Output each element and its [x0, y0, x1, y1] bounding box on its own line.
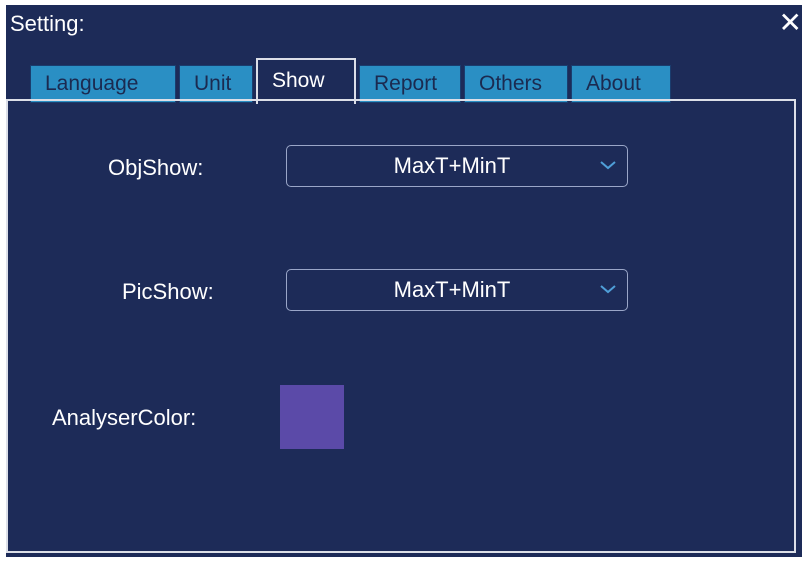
tab-bar: Language Unit Show Report Others About: [30, 57, 674, 104]
obj-show-select[interactable]: MaxT+MinT: [286, 145, 628, 187]
pic-show-label: PicShow:: [122, 279, 214, 304]
chevron-down-icon: [599, 282, 617, 300]
pic-show-value: MaxT+MinT: [393, 277, 511, 302]
analyser-color-label: AnalyserColor:: [52, 405, 197, 430]
tab-show[interactable]: Show: [256, 58, 356, 104]
tab-report[interactable]: Report: [359, 65, 461, 103]
analyser-color-swatch[interactable]: [280, 385, 344, 449]
obj-show-value: MaxT+MinT: [393, 153, 511, 178]
obj-show-label: ObjShow:: [108, 155, 204, 180]
settings-window: Setting: ✕ Language Unit Show Report Oth…: [6, 5, 802, 557]
window-title: Setting:: [10, 11, 85, 36]
close-icon[interactable]: ✕: [779, 9, 802, 37]
chevron-down-icon: [599, 158, 617, 176]
tab-about[interactable]: About: [571, 65, 671, 103]
show-panel: ObjShow: MaxT+MinT PicShow: MaxT+MinT An…: [6, 99, 796, 553]
tab-language[interactable]: Language: [30, 65, 176, 103]
tab-unit[interactable]: Unit: [179, 65, 253, 103]
pic-show-select[interactable]: MaxT+MinT: [286, 269, 628, 311]
tab-others[interactable]: Others: [464, 65, 568, 103]
